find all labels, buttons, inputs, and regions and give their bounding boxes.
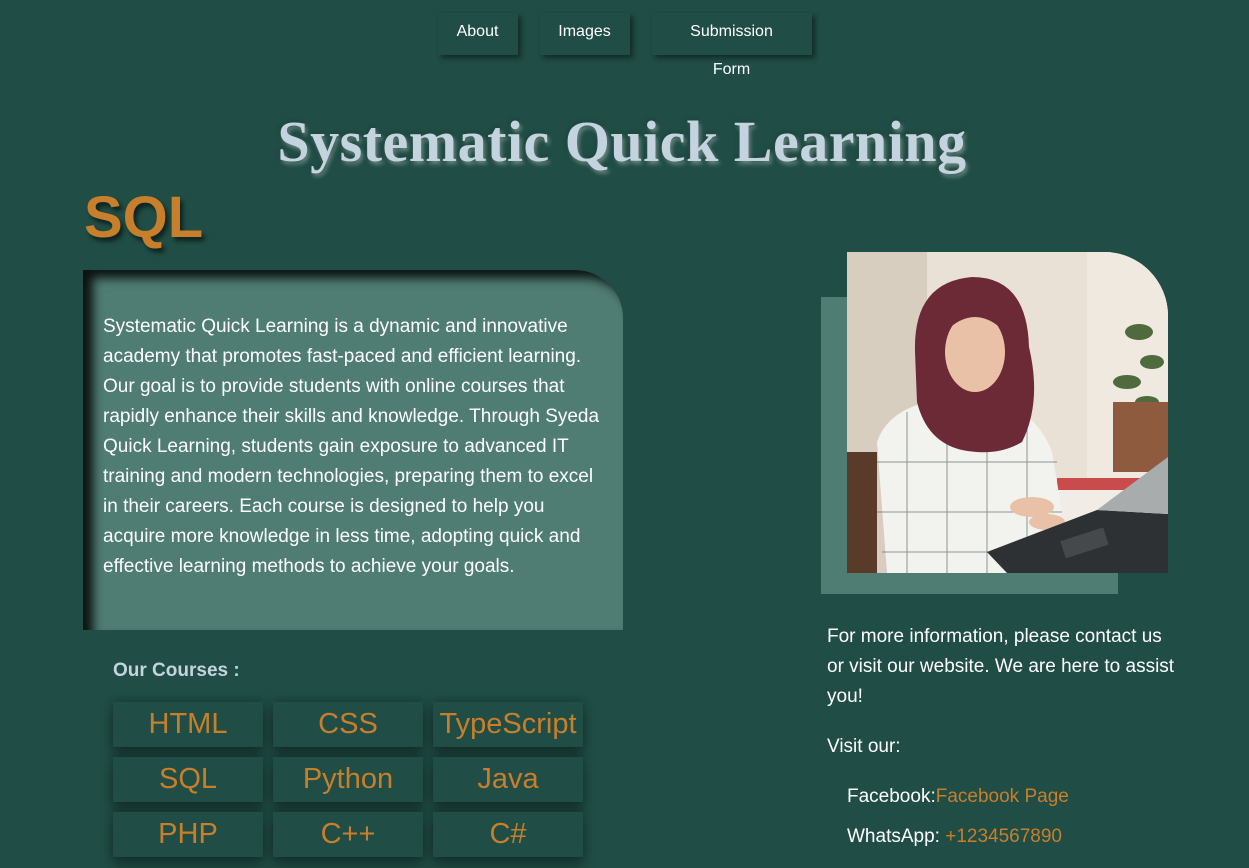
top-nav: About Images Submission Form bbox=[0, 13, 1249, 78]
about-text: Systematic Quick Learning is a dynamic a… bbox=[103, 316, 600, 577]
whatsapp-link[interactable]: +1234567890 bbox=[945, 826, 1062, 847]
student-laptop-illustration bbox=[847, 252, 1168, 573]
course-csharp[interactable]: C# bbox=[433, 812, 583, 857]
course-sql[interactable]: SQL bbox=[113, 757, 263, 802]
about-panel: Systematic Quick Learning is a dynamic a… bbox=[83, 270, 623, 630]
facebook-label: Facebook: bbox=[847, 786, 936, 807]
nav-about-button[interactable]: About bbox=[437, 13, 518, 55]
whatsapp-label: WhatsApp: bbox=[847, 826, 946, 847]
page-title: Systematic Quick Learning bbox=[277, 109, 967, 174]
whatsapp-row: WhatsApp: +1234567890 bbox=[847, 822, 1062, 852]
courses-heading: Our Courses : bbox=[113, 660, 240, 681]
student-photo bbox=[847, 252, 1168, 573]
course-css[interactable]: CSS bbox=[273, 702, 423, 747]
course-html[interactable]: HTML bbox=[113, 702, 263, 747]
nav-images-button[interactable]: Images bbox=[539, 13, 630, 55]
facebook-link[interactable]: Facebook Page bbox=[936, 786, 1069, 807]
course-php[interactable]: PHP bbox=[113, 812, 263, 857]
course-cpp[interactable]: C++ bbox=[273, 812, 423, 857]
visit-label: Visit our: bbox=[827, 736, 901, 757]
contact-text: For more information, please contact us … bbox=[827, 626, 1175, 707]
facebook-row: Facebook:Facebook Page bbox=[847, 782, 1069, 812]
course-java[interactable]: Java bbox=[433, 757, 583, 802]
nav-submission-form-button[interactable]: Submission Form bbox=[651, 13, 812, 78]
site-acronym: SQL bbox=[84, 185, 204, 250]
course-python[interactable]: Python bbox=[273, 757, 423, 802]
course-typescript[interactable]: TypeScript bbox=[433, 702, 583, 747]
courses-grid: HTML CSS TypeScript SQL Python Java PHP … bbox=[113, 702, 583, 857]
